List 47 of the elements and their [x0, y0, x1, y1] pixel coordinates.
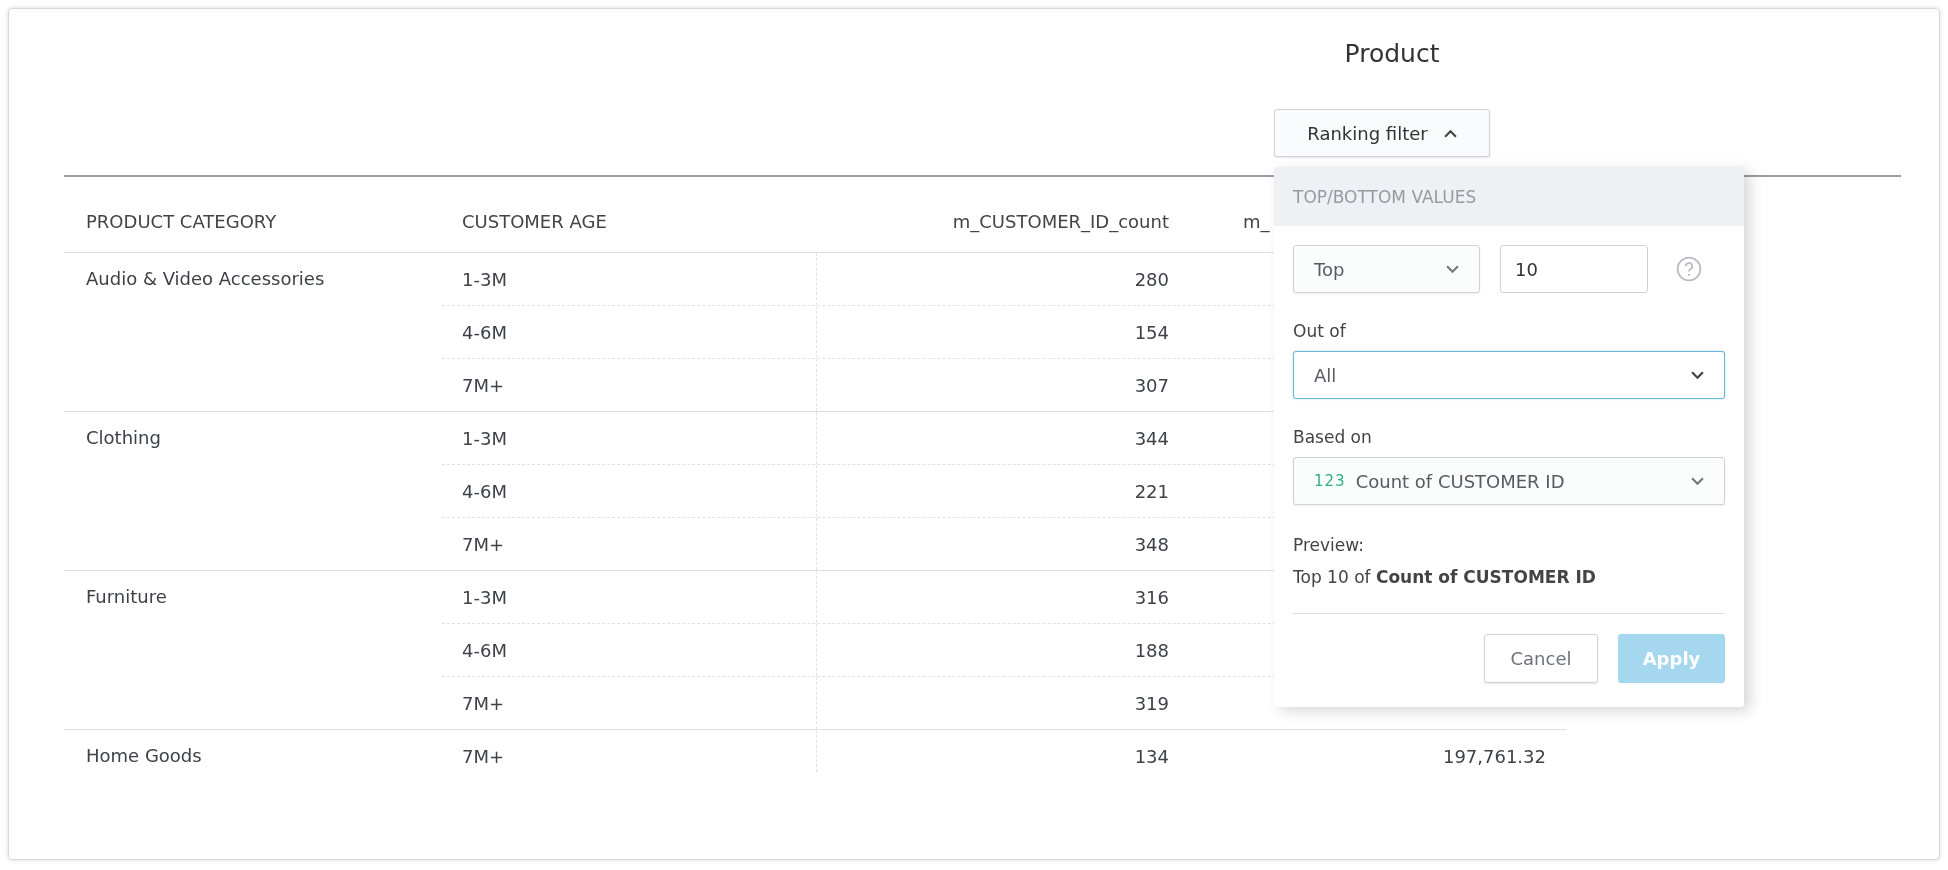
chevron-down-icon: [1691, 476, 1704, 486]
table-cell: 7M+: [462, 692, 505, 714]
table-cell: Furniture: [86, 586, 167, 607]
direction-select[interactable]: Top: [1293, 245, 1480, 293]
preview-label: Preview:: [1293, 535, 1365, 555]
out-of-select[interactable]: All: [1293, 351, 1725, 399]
table-cell: 221: [1134, 480, 1169, 502]
table-cell: Home Goods: [86, 745, 202, 766]
table-cell: 348: [1134, 533, 1169, 555]
cancel-button[interactable]: Cancel: [1484, 634, 1598, 683]
table-cell: 1-3M: [462, 268, 507, 290]
column-header: m_CUSTOMER_ID_count: [952, 211, 1169, 232]
chart-title: Product: [1343, 39, 1441, 70]
help-icon[interactable]: [1676, 256, 1702, 282]
numeric-type-label: 123: [1314, 472, 1346, 490]
table-cell: 154: [1134, 321, 1169, 343]
table-cell: 7M+: [462, 745, 505, 767]
table-cell: 1-3M: [462, 586, 507, 608]
based-on-select[interactable]: 123 Count of CUSTOMER ID: [1293, 457, 1725, 505]
caret-icon: [1443, 128, 1457, 138]
column-header: CUSTOMER AGE: [462, 211, 607, 232]
table-cell: 280: [1134, 268, 1169, 290]
preview-text: Top 10 of Count of CUSTOMER ID: [1293, 567, 1597, 587]
table-cell: 307: [1134, 374, 1169, 396]
popup-header: TOP/BOTTOM VALUES: [1274, 167, 1744, 226]
table-cell: 316: [1134, 586, 1169, 608]
table-cell: 1-3M: [462, 427, 507, 449]
table-cell: 134: [1134, 745, 1169, 767]
field-label: Out of: [1293, 321, 1347, 341]
table-cell: 319: [1134, 692, 1169, 714]
table-cell: 4-6M: [462, 480, 507, 502]
table-cell: 197,761.32: [1442, 745, 1546, 767]
table-cell: Audio & Video Accessories: [86, 268, 325, 289]
table-cell: 344: [1134, 427, 1169, 449]
table-cell: 188: [1134, 639, 1169, 661]
table-cell: 4-6M: [462, 321, 507, 343]
chevron-down-icon: [1691, 370, 1704, 380]
chevron-down-icon: [1446, 264, 1459, 274]
table-cell: Clothing: [86, 427, 161, 448]
table-cell: 7M+: [462, 533, 505, 555]
ranking-filter-button[interactable]: Ranking filter: [1274, 109, 1490, 157]
count-input[interactable]: 10: [1500, 245, 1648, 293]
table-cell: 7M+: [462, 374, 505, 396]
table-cell: 4-6M: [462, 639, 507, 661]
column-header: PRODUCT CATEGORY: [86, 211, 277, 232]
column-header: m_: [1243, 211, 1270, 232]
field-label: Based on: [1293, 427, 1373, 447]
